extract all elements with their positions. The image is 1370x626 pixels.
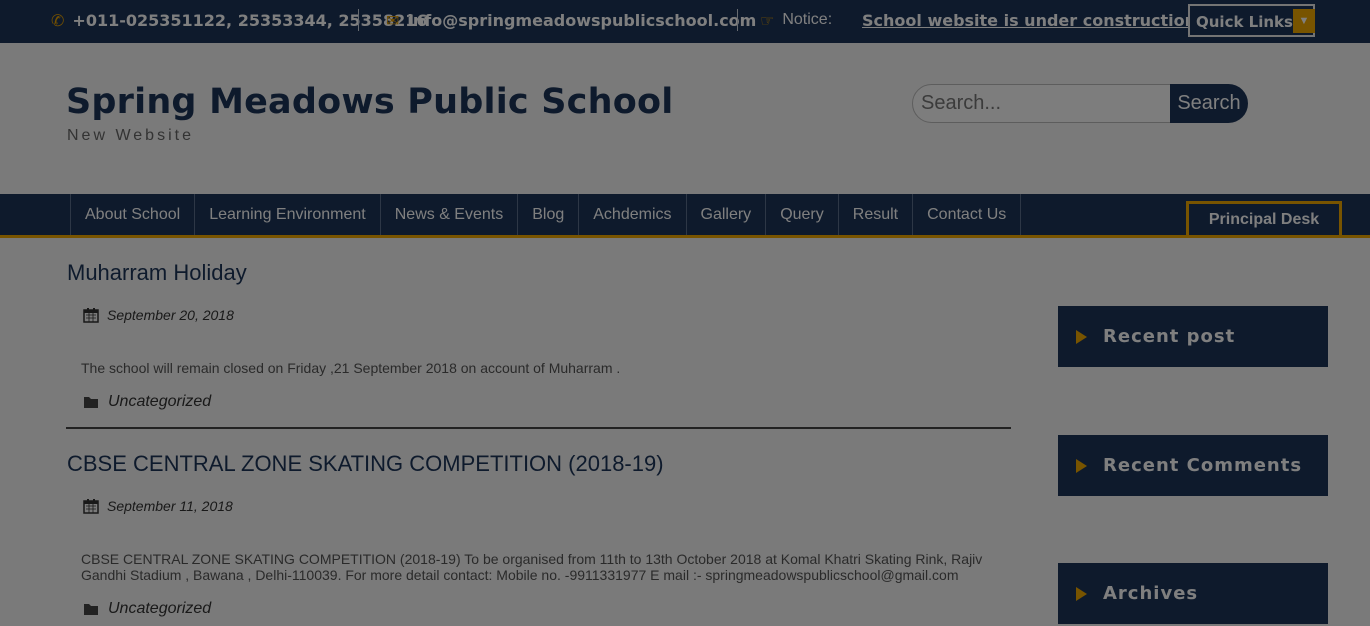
site-tagline: New Website — [67, 127, 194, 144]
top-bar: ✆ +011-025351122, 25353344, 25358216 ✉ i… — [0, 0, 1370, 43]
triangle-arrow-icon — [1076, 329, 1087, 344]
post-excerpt: The school will remain closed on Friday … — [81, 360, 621, 376]
post-date-text: September 20, 2018 — [107, 307, 234, 323]
pointing-hand-icon: ☞ — [760, 10, 775, 30]
post-title[interactable]: CBSE CENTRAL ZONE SKATING COMPETITION (2… — [67, 451, 664, 477]
nav-item-news-events[interactable]: News & Events — [381, 194, 519, 235]
nav-item-about-school[interactable]: About School — [71, 194, 196, 235]
widget-title: Archives — [1103, 583, 1199, 604]
nav-list: About School Learning Environment News &… — [70, 194, 1022, 235]
nav-item-contact-us[interactable]: Contact Us — [913, 194, 1022, 235]
separator — [358, 9, 359, 31]
principal-desk-button[interactable]: Principal Desk — [1186, 201, 1342, 238]
nav-item-result[interactable]: Result — [839, 194, 914, 235]
post-category: Uncategorized — [83, 600, 211, 618]
post-date: September 11, 2018 — [83, 498, 233, 514]
post-category: Uncategorized — [83, 393, 211, 411]
post-title[interactable]: Muharram Holiday — [67, 260, 247, 286]
folder-icon — [84, 397, 98, 408]
nav-item-academics[interactable]: Achdemics — [579, 194, 687, 235]
search-button[interactable]: Search — [1170, 84, 1248, 123]
nav-item-learning-environment[interactable]: Learning Environment — [195, 194, 381, 235]
main-nav: About School Learning Environment News &… — [0, 194, 1370, 238]
nav-item-gallery[interactable]: Gallery — [687, 194, 767, 235]
post-date: September 20, 2018 — [83, 307, 234, 323]
folder-icon — [84, 604, 98, 615]
envelope-icon: ✉ — [386, 10, 400, 30]
post-divider — [66, 427, 1011, 429]
notice-link[interactable]: School website is under construction — [862, 0, 1196, 40]
post-category-link[interactable]: Uncategorized — [108, 393, 211, 411]
phone-text: +011-025351122, 25353344, 25358216 — [72, 10, 428, 30]
post-category-link[interactable]: Uncategorized — [108, 600, 211, 618]
notice: ☞ Notice: — [760, 0, 832, 40]
nav-item-query[interactable]: Query — [766, 194, 839, 235]
widget-recent-post: Recent post — [1058, 306, 1328, 367]
phone-icon: ✆ — [51, 10, 65, 30]
caret-down-icon[interactable]: ▼ — [1293, 9, 1315, 33]
search-input[interactable] — [912, 84, 1174, 123]
calendar-icon — [83, 308, 99, 323]
separator — [737, 9, 738, 31]
quick-links-label: Quick Links — [1196, 13, 1293, 31]
phone-contact[interactable]: ✆ +011-025351122, 25353344, 25358216 — [51, 0, 427, 40]
email-text: info@springmeadowspublicschool.com — [407, 10, 757, 30]
triangle-arrow-icon — [1076, 586, 1087, 601]
calendar-icon — [83, 499, 99, 514]
email-contact[interactable]: ✉ info@springmeadowspublicschool.com — [386, 0, 756, 40]
post-excerpt: CBSE CENTRAL ZONE SKATING COMPETITION (2… — [81, 551, 983, 583]
nav-item-blog[interactable]: Blog — [518, 194, 580, 235]
site-title[interactable]: Spring Meadows Public School — [66, 82, 673, 122]
post-date-text: September 11, 2018 — [107, 498, 233, 514]
widget-archives: Archives — [1058, 563, 1328, 624]
notice-label: Notice: — [782, 11, 833, 28]
widget-recent-comments: Recent Comments — [1058, 435, 1328, 496]
widget-title: Recent post — [1103, 326, 1236, 347]
widget-title: Recent Comments — [1103, 455, 1303, 476]
triangle-arrow-icon — [1076, 458, 1087, 473]
quick-links-dropdown[interactable]: Quick Links ▼ — [1188, 4, 1315, 37]
